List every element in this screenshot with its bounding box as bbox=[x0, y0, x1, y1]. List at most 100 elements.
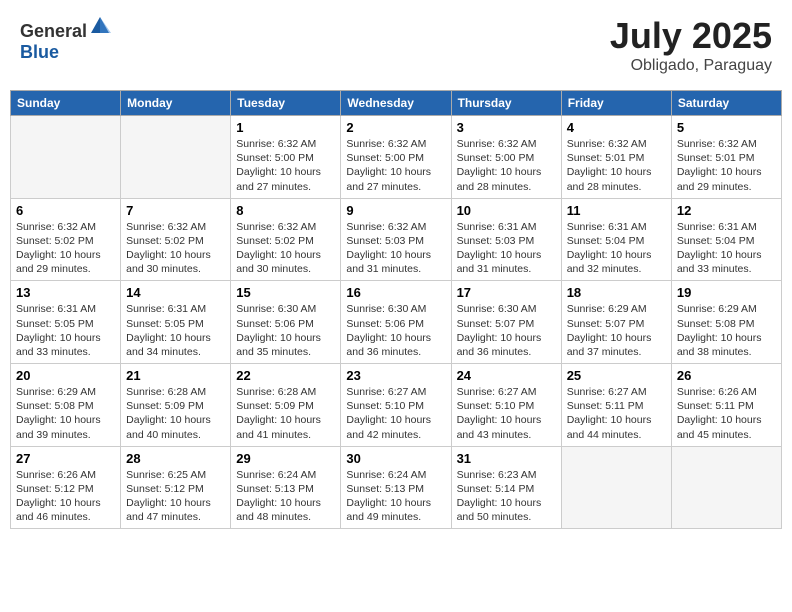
calendar-day-cell: 24 Sunrise: 6:27 AM Sunset: 5:10 PM Dayli… bbox=[451, 364, 561, 447]
day-info: Sunrise: 6:30 AM Sunset: 5:06 PM Dayligh… bbox=[346, 302, 445, 359]
day-info: Sunrise: 6:27 AM Sunset: 5:10 PM Dayligh… bbox=[457, 385, 556, 442]
calendar-day-cell: 27 Sunrise: 6:26 AM Sunset: 5:12 PM Dayli… bbox=[11, 446, 121, 529]
calendar-day-cell: 8 Sunrise: 6:32 AM Sunset: 5:02 PM Daylig… bbox=[231, 198, 341, 281]
day-number: 13 bbox=[16, 285, 115, 300]
day-info: Sunrise: 6:31 AM Sunset: 5:05 PM Dayligh… bbox=[126, 302, 225, 359]
weekday-header: Tuesday bbox=[231, 91, 341, 116]
day-number: 6 bbox=[16, 203, 115, 218]
day-number: 22 bbox=[236, 368, 335, 383]
day-info: Sunrise: 6:32 AM Sunset: 5:02 PM Dayligh… bbox=[126, 220, 225, 277]
logo-text: General Blue bbox=[20, 15, 111, 63]
day-info: Sunrise: 6:32 AM Sunset: 5:01 PM Dayligh… bbox=[567, 137, 666, 194]
day-number: 21 bbox=[126, 368, 225, 383]
calendar-day-cell: 21 Sunrise: 6:28 AM Sunset: 5:09 PM Dayli… bbox=[121, 364, 231, 447]
calendar-day-cell: 2 Sunrise: 6:32 AM Sunset: 5:00 PM Daylig… bbox=[341, 116, 451, 199]
calendar-day-cell: 15Sunrise: 6:30 AM Sunset: 5:06 PM Dayli… bbox=[231, 281, 341, 364]
day-info: Sunrise: 6:24 AM Sunset: 5:13 PM Dayligh… bbox=[346, 468, 445, 525]
calendar-day-cell: 16 Sunrise: 6:30 AM Sunset: 5:06 PM Dayli… bbox=[341, 281, 451, 364]
day-number: 28 bbox=[126, 451, 225, 466]
logo: General Blue bbox=[20, 15, 111, 63]
day-number: 5 bbox=[677, 120, 776, 135]
day-info: Sunrise: 6:31 AM Sunset: 5:05 PM Dayligh… bbox=[16, 302, 115, 359]
weekday-header-row: SundayMondayTuesdayWednesdayThursdayFrid… bbox=[11, 91, 782, 116]
calendar-day-cell: 7 Sunrise: 6:32 AM Sunset: 5:02 PM Daylig… bbox=[121, 198, 231, 281]
day-info: Sunrise: 6:32 AM Sunset: 5:01 PM Dayligh… bbox=[677, 137, 776, 194]
day-info: Sunrise: 6:30 AM Sunset: 5:06 PM Dayligh… bbox=[236, 302, 335, 359]
calendar-day-cell: 22 Sunrise: 6:28 AM Sunset: 5:09 PM Dayli… bbox=[231, 364, 341, 447]
day-number: 20 bbox=[16, 368, 115, 383]
day-number: 12 bbox=[677, 203, 776, 218]
calendar-day-cell: 30Sunrise: 6:24 AM Sunset: 5:13 PM Dayli… bbox=[341, 446, 451, 529]
day-number: 17 bbox=[457, 285, 556, 300]
calendar-table: SundayMondayTuesdayWednesdayThursdayFrid… bbox=[10, 90, 782, 529]
day-info: Sunrise: 6:29 AM Sunset: 5:08 PM Dayligh… bbox=[677, 302, 776, 359]
day-number: 23 bbox=[346, 368, 445, 383]
day-number: 1 bbox=[236, 120, 335, 135]
calendar-week-row: 6 Sunrise: 6:32 AM Sunset: 5:02 PM Daylig… bbox=[11, 198, 782, 281]
day-number: 27 bbox=[16, 451, 115, 466]
day-info: Sunrise: 6:27 AM Sunset: 5:11 PM Dayligh… bbox=[567, 385, 666, 442]
calendar-day-cell: 17 Sunrise: 6:30 AM Sunset: 5:07 PM Dayli… bbox=[451, 281, 561, 364]
calendar-day-cell: 4 Sunrise: 6:32 AM Sunset: 5:01 PM Daylig… bbox=[561, 116, 671, 199]
day-info: Sunrise: 6:31 AM Sunset: 5:04 PM Dayligh… bbox=[677, 220, 776, 277]
calendar-day-cell: 10 Sunrise: 6:31 AM Sunset: 5:03 PM Dayli… bbox=[451, 198, 561, 281]
calendar-day-cell: 20 Sunrise: 6:29 AM Sunset: 5:08 PM Dayli… bbox=[11, 364, 121, 447]
calendar-day-cell: 25 Sunrise: 6:27 AM Sunset: 5:11 PM Dayli… bbox=[561, 364, 671, 447]
calendar-day-cell: 11 Sunrise: 6:31 AM Sunset: 5:04 PM Dayli… bbox=[561, 198, 671, 281]
calendar-day-cell: 29 Sunrise: 6:24 AM Sunset: 5:13 PM Dayli… bbox=[231, 446, 341, 529]
day-info: Sunrise: 6:24 AM Sunset: 5:13 PM Dayligh… bbox=[236, 468, 335, 525]
calendar-day-cell: 9 Sunrise: 6:32 AM Sunset: 5:03 PM Daylig… bbox=[341, 198, 451, 281]
logo-general: General bbox=[20, 21, 87, 41]
calendar-day-cell: 23 Sunrise: 6:27 AM Sunset: 5:10 PM Dayli… bbox=[341, 364, 451, 447]
title-block: July 2025 Obligado, Paraguay bbox=[610, 15, 772, 75]
logo-blue: Blue bbox=[20, 42, 59, 62]
calendar-location: Obligado, Paraguay bbox=[610, 57, 772, 75]
day-number: 14 bbox=[126, 285, 225, 300]
calendar-week-row: 27 Sunrise: 6:26 AM Sunset: 5:12 PM Dayli… bbox=[11, 446, 782, 529]
calendar-day-cell bbox=[561, 446, 671, 529]
day-info: Sunrise: 6:29 AM Sunset: 5:08 PM Dayligh… bbox=[16, 385, 115, 442]
day-number: 4 bbox=[567, 120, 666, 135]
calendar-day-cell bbox=[121, 116, 231, 199]
day-number: 11 bbox=[567, 203, 666, 218]
calendar-week-row: 13 Sunrise: 6:31 AM Sunset: 5:05 PM Dayli… bbox=[11, 281, 782, 364]
day-number: 31 bbox=[457, 451, 556, 466]
day-info: Sunrise: 6:32 AM Sunset: 5:03 PM Dayligh… bbox=[346, 220, 445, 277]
day-info: Sunrise: 6:28 AM Sunset: 5:09 PM Dayligh… bbox=[126, 385, 225, 442]
calendar-day-cell: 1 Sunrise: 6:32 AM Sunset: 5:00 PM Daylig… bbox=[231, 116, 341, 199]
day-info: Sunrise: 6:32 AM Sunset: 5:00 PM Dayligh… bbox=[346, 137, 445, 194]
calendar-day-cell: 19Sunrise: 6:29 AM Sunset: 5:08 PM Dayli… bbox=[671, 281, 781, 364]
calendar-day-cell: 6Sunrise: 6:32 AM Sunset: 5:02 PM Daylig… bbox=[11, 198, 121, 281]
day-number: 9 bbox=[346, 203, 445, 218]
day-number: 26 bbox=[677, 368, 776, 383]
day-number: 10 bbox=[457, 203, 556, 218]
day-number: 25 bbox=[567, 368, 666, 383]
day-info: Sunrise: 6:29 AM Sunset: 5:07 PM Dayligh… bbox=[567, 302, 666, 359]
calendar-day-cell: 31 Sunrise: 6:23 AM Sunset: 5:14 PM Dayli… bbox=[451, 446, 561, 529]
weekday-header: Monday bbox=[121, 91, 231, 116]
day-number: 24 bbox=[457, 368, 556, 383]
day-info: Sunrise: 6:32 AM Sunset: 5:00 PM Dayligh… bbox=[457, 137, 556, 194]
weekday-header: Friday bbox=[561, 91, 671, 116]
day-info: Sunrise: 6:23 AM Sunset: 5:14 PM Dayligh… bbox=[457, 468, 556, 525]
weekday-header: Saturday bbox=[671, 91, 781, 116]
calendar-day-cell: 14 Sunrise: 6:31 AM Sunset: 5:05 PM Dayli… bbox=[121, 281, 231, 364]
day-info: Sunrise: 6:30 AM Sunset: 5:07 PM Dayligh… bbox=[457, 302, 556, 359]
calendar-week-row: 20 Sunrise: 6:29 AM Sunset: 5:08 PM Dayli… bbox=[11, 364, 782, 447]
day-info: Sunrise: 6:28 AM Sunset: 5:09 PM Dayligh… bbox=[236, 385, 335, 442]
day-info: Sunrise: 6:31 AM Sunset: 5:03 PM Dayligh… bbox=[457, 220, 556, 277]
day-number: 7 bbox=[126, 203, 225, 218]
day-info: Sunrise: 6:31 AM Sunset: 5:04 PM Dayligh… bbox=[567, 220, 666, 277]
day-number: 2 bbox=[346, 120, 445, 135]
weekday-header: Sunday bbox=[11, 91, 121, 116]
weekday-header: Thursday bbox=[451, 91, 561, 116]
day-info: Sunrise: 6:32 AM Sunset: 5:02 PM Dayligh… bbox=[236, 220, 335, 277]
day-number: 16 bbox=[346, 285, 445, 300]
day-number: 8 bbox=[236, 203, 335, 218]
day-info: Sunrise: 6:26 AM Sunset: 5:11 PM Dayligh… bbox=[677, 385, 776, 442]
day-info: Sunrise: 6:26 AM Sunset: 5:12 PM Dayligh… bbox=[16, 468, 115, 525]
day-info: Sunrise: 6:32 AM Sunset: 5:00 PM Dayligh… bbox=[236, 137, 335, 194]
page-header: General Blue July 2025 Obligado, Paragua… bbox=[10, 10, 782, 80]
day-number: 29 bbox=[236, 451, 335, 466]
day-info: Sunrise: 6:27 AM Sunset: 5:10 PM Dayligh… bbox=[346, 385, 445, 442]
